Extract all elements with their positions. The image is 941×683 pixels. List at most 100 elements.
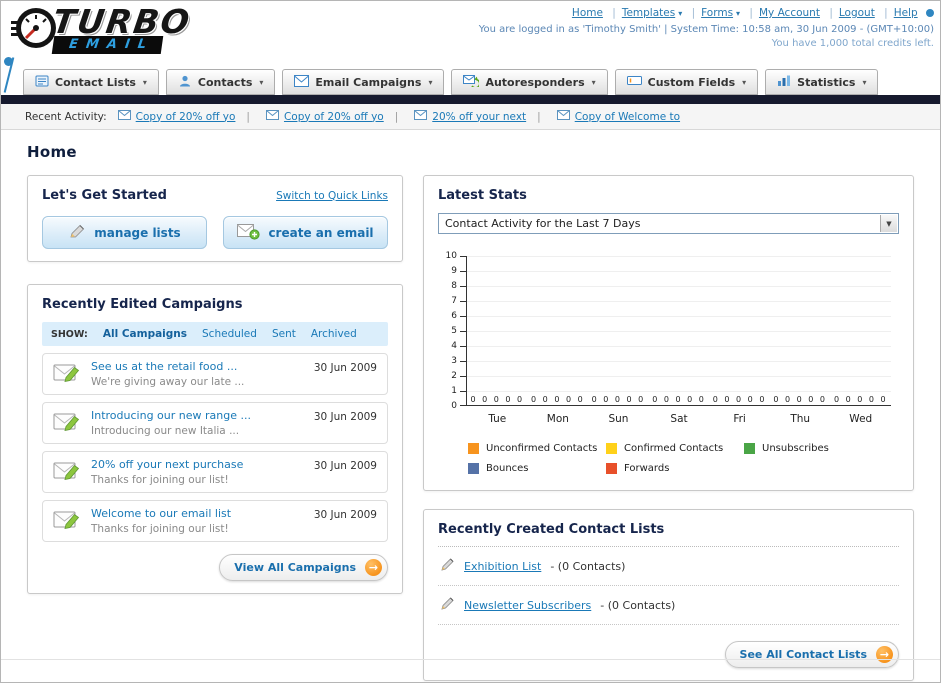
create-email-button[interactable]: create an email [223,216,388,249]
legend-label: Forwards [624,463,670,474]
contact-list-count: - (0 Contacts) [600,598,676,612]
filter-tab-all-campaigns[interactable]: All Campaigns [103,328,187,340]
campaign-title-link[interactable]: Introducing our new range ... [91,409,304,422]
campaign-list-item: Introducing our new range ... Introducin… [42,402,388,444]
stats-filter-dropdown[interactable]: Contact Activity for the Last 7 Days ▼ [438,213,899,234]
right-column: Latest Stats Contact Activity for the La… [423,175,914,681]
legend-label: Unconfirmed Contacts [486,443,598,454]
help-icon[interactable] [926,9,934,17]
left-column: Let's Get Started Switch to Quick Links … [27,175,403,594]
campaign-title-link[interactable]: Welcome to our email list [91,507,304,520]
stats-chart: 0 1 2 3 4 5 6 7 8 9 10 0 0 0 0 00 0 0 0 00 0 0 0 0… [438,251,899,474]
chart-y-axis: 0 1 2 3 4 5 6 7 8 9 10 [438,251,466,411]
tab-custom-fields[interactable]: Custom Fields [614,69,759,95]
legend-item: Confirmed Contacts [606,443,744,454]
top-link-home[interactable]: Home [572,7,603,19]
legend-swatch [468,443,479,454]
filter-tab-archived[interactable]: Archived [311,328,357,340]
get-started-title: Let's Get Started [42,188,167,203]
contact-list-link[interactable]: Exhibition List [464,560,541,573]
recent-contact-lists-panel: Recently Created Contact Lists Exhibitio… [423,509,914,681]
campaigns-filter-tabs: SHOW: All Campaigns Scheduled Sent Archi… [42,322,388,346]
recent-activity-bar: Recent Activity: Copy of 20% off yo Copy… [1,104,940,130]
legend-item: Unconfirmed Contacts [468,443,606,454]
stats-panel-title: Latest Stats [438,188,527,203]
recent-activity-link[interactable]: Copy of 20% off yo [136,111,236,123]
chart-x-axis: Tue Mon Sun Sat Fri Thu Wed [488,413,873,425]
tab-statistics[interactable]: Statistics [765,69,879,95]
top-link-logout[interactable]: Logout [839,7,875,19]
credits-info: You have 1,000 total credits left. [771,38,934,49]
campaign-list-item: Welcome to our email list Thanks for joi… [42,500,388,542]
tab-email-campaigns[interactable]: Email Campaigns [282,69,445,95]
campaign-date: 30 Jun 2009 [313,509,377,521]
legend-label: Unsubscribes [762,443,829,454]
recent-activity-link[interactable]: 20% off your next [432,111,526,123]
campaign-list-item: See us at the retail food ... We're givi… [42,353,388,395]
contact-lists-panel-title: Recently Created Contact Lists [438,522,899,547]
tab-contacts[interactable]: Contacts [165,69,276,95]
contacts-icon [178,74,192,91]
autoresponders-icon [463,74,481,90]
create-email-label: create an email [268,225,374,240]
contact-list-link[interactable]: Newsletter Subscribers [464,599,591,612]
filter-tab-scheduled[interactable]: Scheduled [202,328,257,340]
chart-legend: Unconfirmed Contacts Confirmed Contacts Un… [468,443,899,474]
campaign-date: 30 Jun 2009 [313,460,377,472]
legend-label: Bounces [486,463,529,474]
recent-activity-item: Copy of 20% off yo [246,110,384,123]
legend-swatch [606,463,617,474]
recent-activity-item: 20% off your next [395,110,526,123]
envelope-plus-icon [237,223,261,243]
see-all-contact-lists-button[interactable]: See All Contact Lists → [724,641,899,668]
top-link-my-account[interactable]: My Account [759,7,820,19]
email-campaigns-icon [294,74,310,90]
envelope-icon [414,110,428,123]
pencil-icon [68,223,86,242]
view-all-campaigns-label: View All Campaigns [234,561,356,574]
top-link-templates[interactable]: Templates [622,7,682,19]
app-logo[interactable]: TURBO EMAIL [11,2,194,55]
tab-label: Statistics [797,75,856,89]
contact-list-item: Exhibition List - (0 Contacts) [438,547,899,586]
header-right: Home Templates Forms My Account Logout H… [479,7,934,49]
tab-contact-lists[interactable]: Contact Lists [23,69,159,95]
switch-quick-links-link[interactable]: Switch to Quick Links [276,190,388,202]
show-label: SHOW: [51,328,88,340]
filter-tab-sent[interactable]: Sent [272,328,296,340]
logo-title: TURBO [50,2,194,41]
legend-item: Unsubscribes [744,443,882,454]
envelope-icon [265,110,279,123]
campaigns-panel-title: Recently Edited Campaigns [42,297,243,312]
tab-label: Contact Lists [55,75,136,89]
main-content: Home Let's Get Started Switch to Quick L… [1,143,940,681]
campaign-title-link[interactable]: See us at the retail food ... [91,360,304,373]
logo-needle-dot [4,57,13,66]
recent-activity-link[interactable]: Copy of Welcome to [575,111,680,123]
top-link-forms[interactable]: Forms [701,7,740,19]
top-nav: Home Templates Forms My Account Logout H… [479,7,934,19]
login-info: You are logged in as 'Timothy Smith' | S… [478,24,934,35]
view-all-campaigns-button[interactable]: View All Campaigns → [219,554,388,581]
campaign-edit-icon [53,411,81,437]
recent-activity-label: Recent Activity: [25,110,107,123]
main-nav: Contact Lists Contacts Email Campaigns A… [1,69,940,95]
envelope-icon [117,110,131,123]
tab-autoresponders[interactable]: Autoresponders [451,69,608,95]
campaign-edit-icon [53,460,81,486]
chart-plot: 0 0 0 0 00 0 0 0 00 0 0 0 00 0 0 0 00 0 … [466,256,891,406]
manage-lists-button[interactable]: manage lists [42,216,207,249]
latest-stats-panel: Latest Stats Contact Activity for the La… [423,175,914,491]
page-root: TURBO EMAIL Home Templates Forms My Acco… [0,0,941,683]
tab-label: Contacts [197,75,253,89]
campaign-title-link[interactable]: 20% off your next purchase [91,458,304,471]
arrow-right-icon: → [876,646,893,663]
legend-item: Forwards [606,463,744,474]
header: TURBO EMAIL Home Templates Forms My Acco… [1,1,940,93]
top-link-help[interactable]: Help [894,7,918,19]
get-started-panel: Let's Get Started Switch to Quick Links … [27,175,403,262]
contact-list-count: - (0 Contacts) [550,559,626,573]
logo-subtitle-bar: EMAIL [51,36,164,54]
recent-activity-link[interactable]: Copy of 20% off yo [284,111,384,123]
statistics-icon [777,74,791,90]
